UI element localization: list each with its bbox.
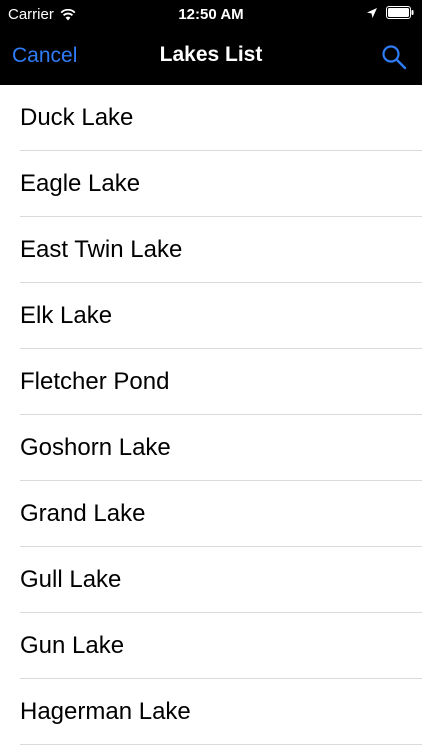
cancel-button[interactable]: Cancel: [12, 44, 77, 68]
list-item-duck-lake[interactable]: Duck Lake: [0, 85, 422, 151]
status-bar: Carrier 12:50 AM: [0, 0, 422, 30]
list-item-elk-lake[interactable]: Elk Lake: [0, 283, 422, 349]
list-item-label: Gull Lake: [20, 566, 122, 593]
list-item-label: Elk Lake: [20, 302, 113, 329]
list-item-east-twin-lake[interactable]: East Twin Lake: [0, 217, 422, 283]
battery-icon: [386, 6, 414, 19]
list-item-label: East Twin Lake: [20, 236, 183, 263]
list-item-label: Goshorn Lake: [20, 434, 171, 461]
search-icon: [382, 45, 407, 70]
list-item-gun-lake[interactable]: Gun Lake: [0, 613, 422, 679]
list-item-label: Duck Lake: [20, 104, 134, 131]
navigation-bar: Cancel Lakes List: [0, 30, 422, 85]
status-right: [366, 6, 414, 19]
lakes-list: Duck Lake Eagle Lake East Twin Lake Elk …: [0, 85, 422, 750]
location-arrow-icon: [367, 7, 377, 18]
list-item-fletcher-pond[interactable]: Fletcher Pond: [0, 349, 422, 415]
list-item-goshorn-lake[interactable]: Goshorn Lake: [0, 415, 422, 481]
status-time: 12:50 AM: [178, 6, 244, 23]
list-item-label: Grand Lake: [20, 500, 146, 527]
list-item-label: Hagerman Lake: [20, 698, 191, 725]
list-item-hagerman-lake[interactable]: Hagerman Lake: [0, 679, 422, 745]
list-item-label: Gun Lake: [20, 632, 125, 659]
list-item-grand-lake[interactable]: Grand Lake: [0, 481, 422, 547]
search-button[interactable]: [380, 43, 408, 71]
list-item-gull-lake[interactable]: Gull Lake: [0, 547, 422, 613]
list-item-label: Fletcher Pond: [20, 368, 170, 395]
list-item-label: Eagle Lake: [20, 170, 141, 197]
list-item-eagle-lake[interactable]: Eagle Lake: [0, 151, 422, 217]
